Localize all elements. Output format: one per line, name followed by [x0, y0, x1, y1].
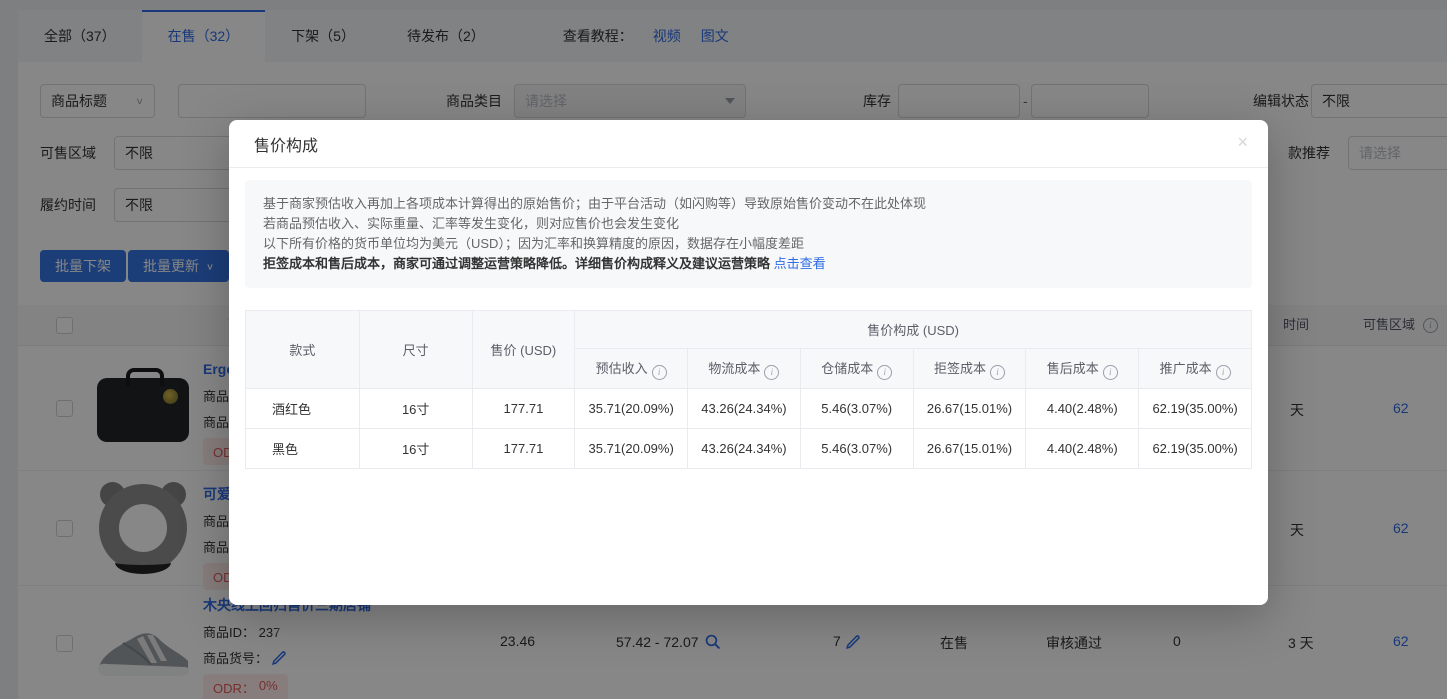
estimated-income-cell: 35.71(20.09%): [575, 429, 688, 469]
notice-line-3: 以下所有价格的货币单位均为美元（USD）；因为汇率和换算精度的原因，数据存在小幅…: [263, 234, 1234, 254]
size-cell: 16寸: [359, 389, 472, 429]
variant-row: 黑色 16寸 177.71 35.71(20.09%) 43.26(24.34%…: [246, 429, 1252, 469]
col-estimated-income-label: 预估收入: [596, 361, 648, 376]
col-logistics-cost: 物流成本 i: [688, 349, 801, 389]
warehouse-cost-cell: 5.46(3.07%): [800, 429, 913, 469]
col-aftersale-cost-label: 售后成本: [1047, 361, 1099, 376]
col-size-header: 尺寸: [359, 311, 472, 389]
warehouse-cost-cell: 5.46(3.07%): [800, 389, 913, 429]
info-icon[interactable]: i: [1216, 365, 1231, 380]
view-details-link[interactable]: 点击查看: [774, 256, 826, 271]
col-promotion-cost-label: 推广成本: [1160, 361, 1212, 376]
promotion-cost-cell: 62.19(35.00%): [1139, 429, 1252, 469]
aftersale-cost-cell: 4.40(2.48%): [1026, 389, 1139, 429]
rejection-cost-cell: 26.67(15.01%): [913, 389, 1026, 429]
notice-line-1: 基于商家预估收入再加上各项成本计算得出的原始售价；由于平台活动（如闪购等）导致原…: [263, 194, 1234, 214]
col-estimated-income: 预估收入 i: [575, 349, 688, 389]
logistics-cost-cell: 43.26(24.34%): [688, 389, 801, 429]
screen: 全部（37） 在售（32） 下架（5） 待发布（2） 查看教程： 视频 图文 商…: [0, 0, 1447, 699]
price-composition-modal: 售价构成 × 基于商家预估收入再加上各项成本计算得出的原始售价；由于平台活动（如…: [229, 120, 1268, 605]
variant-row: 酒红色 16寸 177.71 35.71(20.09%) 43.26(24.34…: [246, 389, 1252, 429]
price-cell: 177.71: [472, 389, 575, 429]
col-logistics-cost-label: 物流成本: [708, 361, 760, 376]
col-warehouse-cost: 仓储成本 i: [800, 349, 913, 389]
col-style-header: 款式: [246, 311, 360, 389]
notice-line-4-text: 拒签成本和售后成本，商家可通过调整运营策略降低。详细售价构成释义及建议运营策略: [263, 256, 770, 271]
logistics-cost-cell: 43.26(24.34%): [688, 429, 801, 469]
style-name: 黑色: [272, 442, 298, 457]
size-cell: 16寸: [359, 429, 472, 469]
modal-title: 售价构成: [254, 132, 318, 156]
modal-header: 售价构成 ×: [229, 120, 1268, 168]
aftersale-cost-cell: 4.40(2.48%): [1026, 429, 1139, 469]
rejection-cost-cell: 26.67(15.01%): [913, 429, 1026, 469]
group-header: 售价构成 (USD): [575, 311, 1252, 349]
info-icon[interactable]: i: [990, 365, 1005, 380]
style-cell: 黑色: [246, 429, 360, 469]
modal-notice: 基于商家预估收入再加上各项成本计算得出的原始售价；由于平台活动（如闪购等）导致原…: [245, 180, 1252, 288]
estimated-income-cell: 35.71(20.09%): [575, 389, 688, 429]
info-icon[interactable]: i: [877, 365, 892, 380]
style-cell: 酒红色: [246, 389, 360, 429]
col-aftersale-cost: 售后成本 i: [1026, 349, 1139, 389]
style-name: 酒红色: [272, 402, 311, 417]
promotion-cost-cell: 62.19(35.00%): [1139, 389, 1252, 429]
col-price-header: 售价 (USD): [472, 311, 575, 389]
col-rejection-cost-label: 拒签成本: [934, 361, 986, 376]
info-icon[interactable]: i: [764, 365, 779, 380]
info-icon[interactable]: i: [1103, 365, 1118, 380]
col-rejection-cost: 拒签成本 i: [913, 349, 1026, 389]
price-cell: 177.71: [472, 429, 575, 469]
info-icon[interactable]: i: [652, 365, 667, 380]
notice-line-4: 拒签成本和售后成本，商家可通过调整运营策略降低。详细售价构成释义及建议运营策略 …: [263, 254, 1234, 274]
close-icon[interactable]: ×: [1237, 133, 1248, 151]
price-composition-table: 款式 尺寸 售价 (USD) 售价构成 (USD) 预估收入 i 物流成本 i 仓储…: [245, 310, 1252, 469]
col-warehouse-cost-label: 仓储成本: [821, 361, 873, 376]
col-promotion-cost: 推广成本 i: [1139, 349, 1252, 389]
notice-line-2: 若商品预估收入、实际重量、汇率等发生变化，则对应售价也会发生变化: [263, 214, 1234, 234]
